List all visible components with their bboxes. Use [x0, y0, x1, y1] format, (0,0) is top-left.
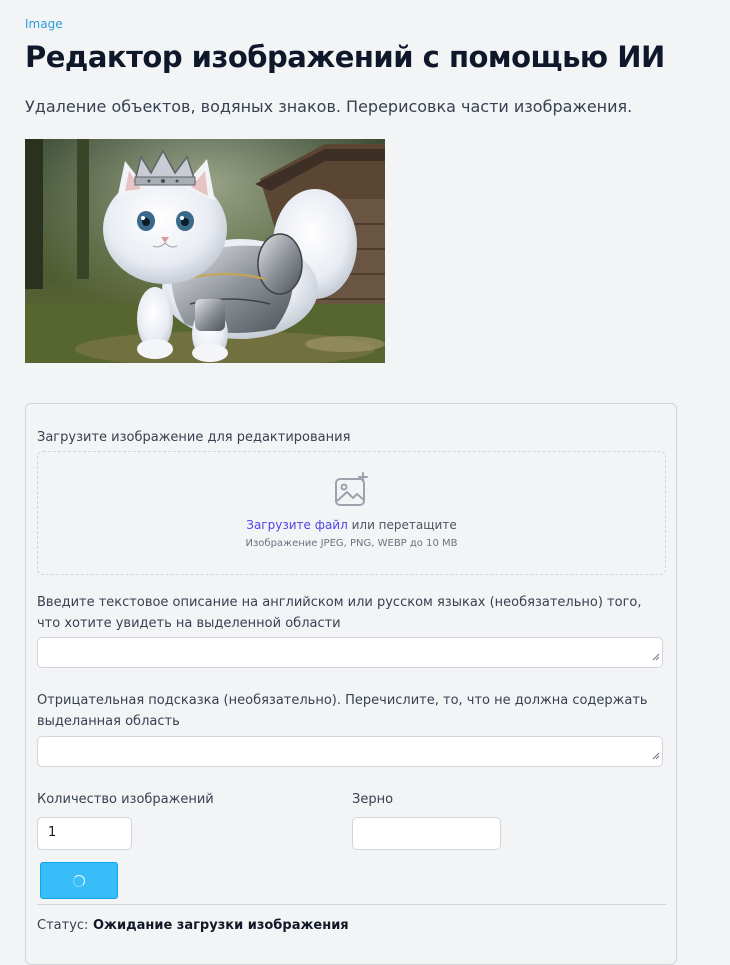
negative-prompt-textarea[interactable] [37, 736, 663, 767]
upload-label: Загрузите изображение для редактирования [37, 430, 351, 445]
page-title: Редактор изображений с помощью ИИ [25, 40, 665, 74]
prompt-label: Введите текстовое описание на английском… [37, 595, 642, 631]
negative-prompt-label: Отрицательная подсказка (необязательно).… [37, 693, 648, 729]
resize-handle-icon[interactable] [652, 646, 660, 665]
page-subtitle: Удаление объектов, водяных знаков. Перер… [25, 97, 633, 116]
count-label: Количество изображений [37, 792, 214, 807]
upload-dropzone[interactable]: Загрузите файл или перетащите Изображени… [37, 451, 666, 575]
seed-input[interactable] [352, 817, 501, 850]
divider [37, 904, 666, 905]
resize-handle-icon[interactable] [652, 745, 660, 764]
upload-hint: Изображение JPEG, PNG, WEBP до 10 MB [245, 538, 458, 549]
upload-file-link[interactable]: Загрузите файл [246, 518, 348, 532]
drag-text: или перетащите [347, 518, 457, 532]
count-input[interactable]: 1 [37, 817, 132, 850]
seed-label: Зерно [352, 792, 394, 807]
image-plus-icon [334, 472, 370, 512]
status-label: Статус: [37, 918, 89, 933]
breadcrumb[interactable]: Image [25, 17, 63, 31]
spinner-icon [73, 875, 85, 887]
status-value: Ожидание загрузки изображения [93, 918, 349, 933]
cat-knight-image [25, 139, 385, 363]
hero-image [25, 139, 385, 363]
submit-button[interactable] [40, 862, 118, 899]
prompt-textarea[interactable] [37, 637, 663, 668]
editor-form: Загрузите изображение для редактирования… [25, 403, 677, 965]
